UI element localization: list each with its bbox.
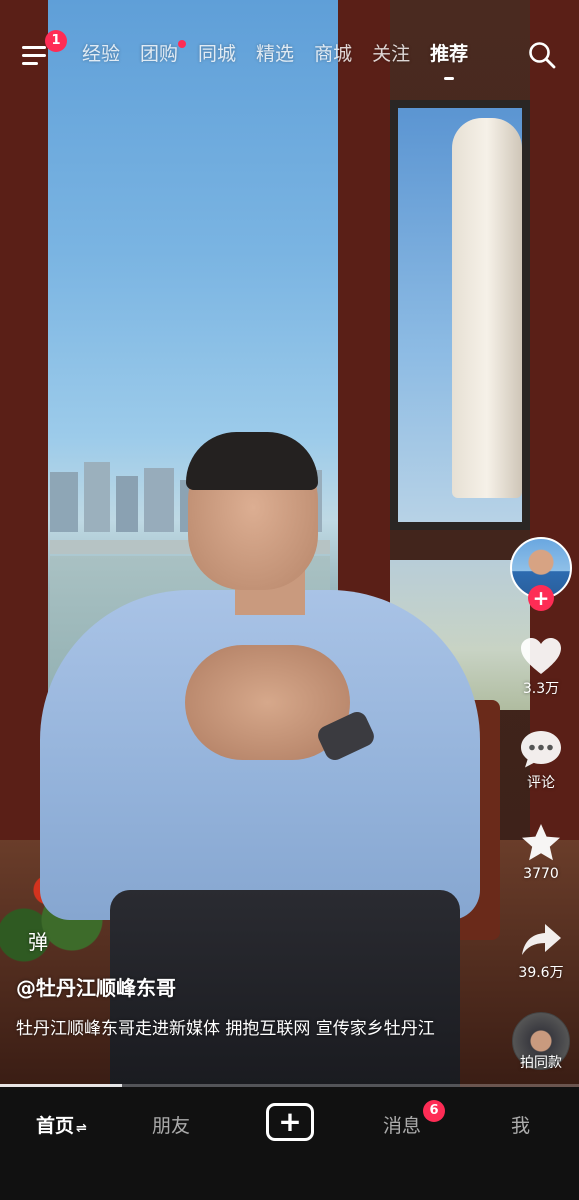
- tab-group-buy-label: 团购: [140, 43, 179, 65]
- follow-button[interactable]: +: [528, 585, 554, 611]
- tab-recommend[interactable]: 推荐: [430, 38, 468, 80]
- search-icon: [529, 42, 556, 69]
- refresh-swap-icon: ⇌: [76, 1121, 87, 1136]
- share-button[interactable]: 39.6万: [512, 920, 570, 982]
- nav-me[interactable]: 我: [511, 1111, 530, 1138]
- nav-messages[interactable]: 消息: [383, 1111, 421, 1138]
- tower-building: [452, 118, 522, 498]
- favorite-count: 3770: [523, 866, 559, 882]
- nav-friends[interactable]: 朋友: [152, 1111, 190, 1138]
- video-player[interactable]: [0, 0, 579, 1087]
- menu-button[interactable]: [22, 44, 50, 66]
- author-name[interactable]: @牡丹江顺峰东哥: [16, 972, 176, 1001]
- tab-experience[interactable]: 经验: [82, 38, 120, 74]
- remix-label[interactable]: 拍同款: [512, 1052, 570, 1072]
- tab-bar: 经验 团购 同城 精选 商城 关注 推荐: [82, 38, 488, 80]
- share-arrow-icon: [522, 924, 561, 955]
- create-post-button[interactable]: +: [266, 1103, 314, 1141]
- top-nav: 1 经验 团购 同城 精选 商城 关注 推荐: [0, 30, 579, 80]
- search-button[interactable]: [527, 40, 557, 70]
- author-avatar-group: +: [510, 537, 572, 611]
- comment-icon: [521, 731, 561, 768]
- nav-home[interactable]: 首页 ⇌: [36, 1111, 87, 1138]
- menu-badge: 1: [45, 30, 67, 52]
- tab-mall[interactable]: 商城: [314, 38, 352, 74]
- share-count: 39.6万: [518, 965, 564, 981]
- comment-label: 评论: [527, 775, 555, 791]
- menu-icon: [22, 46, 46, 49]
- video-caption[interactable]: 牡丹江顺峰东哥走进新媒体 拥抱互联网 宣传家乡牡丹江: [16, 1016, 456, 1042]
- like-count: 3.3万: [522, 681, 560, 697]
- danmu-toggle[interactable]: 弹: [28, 926, 48, 955]
- tab-group-buy[interactable]: 团购: [140, 38, 187, 74]
- menu-icon: [22, 62, 38, 65]
- tab-featured[interactable]: 精选: [256, 38, 294, 74]
- nav-home-label: 首页: [36, 1115, 75, 1137]
- comment-button[interactable]: 评论: [512, 728, 570, 792]
- tab-following[interactable]: 关注: [372, 38, 410, 74]
- tab-local[interactable]: 同城: [198, 38, 236, 74]
- heart-icon: [521, 638, 561, 674]
- like-button[interactable]: 3.3万: [512, 636, 570, 698]
- messages-badge: 6: [423, 1100, 445, 1122]
- bottom-nav: 首页 ⇌ 朋友 + 消息 6 我: [0, 1087, 579, 1200]
- menu-icon: [22, 54, 46, 57]
- notification-dot: [178, 40, 187, 48]
- star-icon: [522, 824, 560, 861]
- favorite-button[interactable]: 3770: [512, 822, 570, 882]
